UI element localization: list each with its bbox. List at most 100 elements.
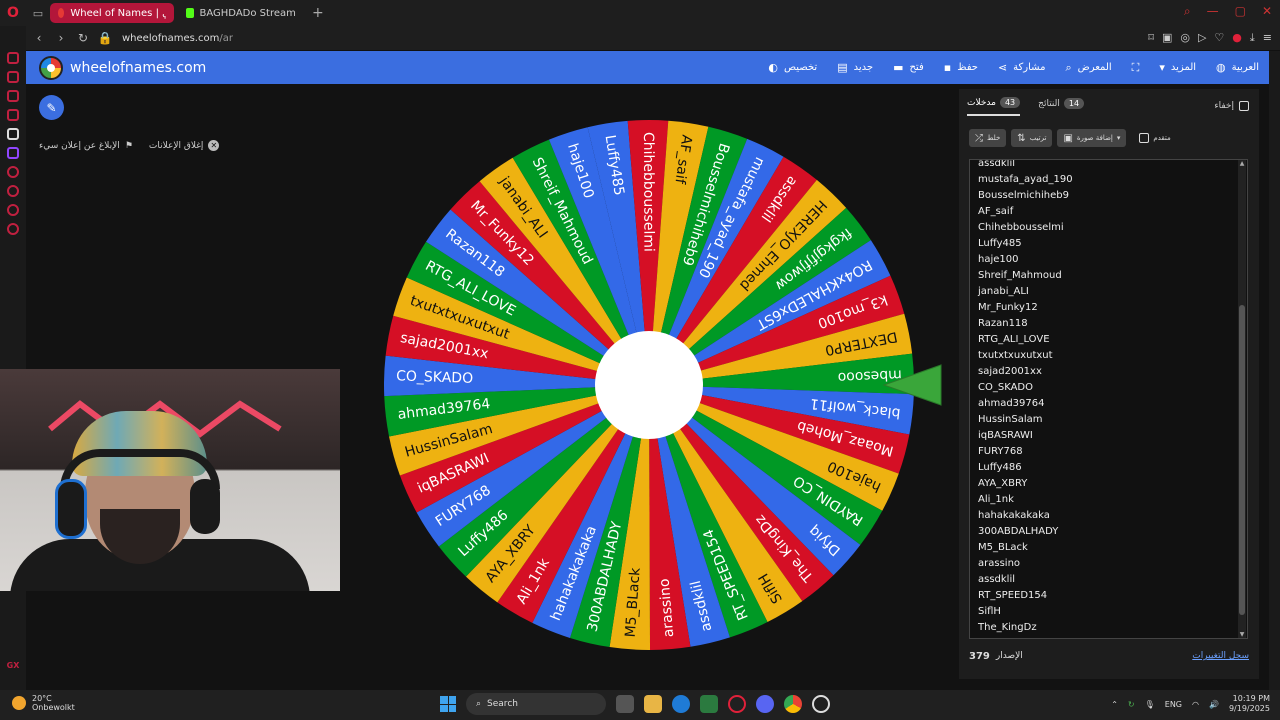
download-icon[interactable]: ⤓ (1250, 31, 1255, 45)
url-field[interactable]: wheelofnames.com/ar (122, 33, 233, 44)
profile-icon[interactable]: ● (1232, 31, 1242, 45)
wifi-icon[interactable]: ◠ (1192, 700, 1199, 709)
flag-icon: ⚑ (124, 140, 133, 151)
tab-menu-icon[interactable]: ▭ (26, 0, 50, 26)
play-icon[interactable]: ▷ (1198, 31, 1206, 45)
discord-icon[interactable] (756, 695, 774, 713)
language-indicator[interactable]: ENG (1165, 700, 1182, 709)
sidebar-app-icon[interactable] (7, 71, 19, 83)
clock[interactable]: 10:19 PM 9/19/2025 (1229, 694, 1270, 714)
page-scrollbar[interactable] (1269, 51, 1280, 690)
sidebar-app-icon[interactable] (7, 166, 19, 178)
save-button[interactable]: ▪ حفظ (944, 61, 978, 74)
sidebar-app-icon[interactable] (7, 204, 19, 216)
browser-tab-strip: O ▭ Wheel of Names | عجلة عشوائي BAGHDAD… (0, 0, 1280, 26)
open-button[interactable]: ▬ فتح (893, 61, 924, 74)
tab-entries[interactable]: مدخلات 43 (967, 97, 1021, 116)
minimize-button[interactable]: — (1207, 4, 1219, 19)
language-button[interactable]: ◍ العربية (1216, 61, 1259, 74)
address-bar: ‹ › ↻ 🔒 wheelofnames.com/ar ⌑ ▣ ◎ ▷ ♡ ● … (26, 26, 1280, 50)
vpn-icon[interactable]: ◎ (1180, 31, 1190, 45)
app-header: wheelofnames.com ◐ تخصيص ▤ جديد ▬ فتح ▪ حفظ … (26, 51, 1269, 84)
share-button[interactable]: ⋖ مشاركة (998, 61, 1046, 74)
opera-logo-icon[interactable]: O (0, 0, 26, 26)
tab-results[interactable]: النتائج 14 (1038, 97, 1085, 116)
back-icon[interactable]: ‹ (30, 31, 48, 45)
bookmark-icon[interactable]: ⌑ (1148, 31, 1154, 45)
palette-icon: ◐ (768, 61, 778, 74)
search-icon: ⌕ (1065, 60, 1072, 74)
sort-button[interactable]: ⇅ ترتيب (1011, 129, 1053, 147)
reload-icon[interactable]: ↻ (74, 31, 92, 45)
sidebar-app-icon[interactable] (7, 52, 19, 64)
entries-textarea[interactable]: assdklil mustafa_ayad_190 Bousselmichiheb9… (969, 159, 1248, 639)
entry-line: AF_saif (978, 206, 1014, 217)
add-image-button[interactable]: ▣ إضافة صورة ▾ (1057, 129, 1127, 147)
store-icon[interactable] (700, 695, 718, 713)
entry-line: ahmad39764 (978, 398, 1045, 409)
file-explorer-icon[interactable] (644, 695, 662, 713)
sidebar-app-icon[interactable] (7, 90, 19, 102)
shuffle-icon: ⤮ (975, 132, 983, 144)
wheel-logo-icon[interactable] (39, 55, 63, 80)
tab-wheel-of-names[interactable]: Wheel of Names | عجلة عشوائي (50, 3, 174, 23)
snapshot-icon[interactable]: ▣ (1162, 31, 1172, 45)
sidebar-app-icon[interactable] (7, 128, 19, 140)
heart-icon[interactable]: ♡ (1214, 31, 1224, 45)
mic-icon[interactable]: 🎙 (1145, 700, 1155, 709)
wheel[interactable]: Luffy485 Chihebbousselmi AF_saifBousselmic… (384, 119, 944, 651)
entry-line: Shreif_Mahmoud (978, 270, 1062, 281)
forward-icon[interactable]: › (52, 31, 70, 45)
brand-title[interactable]: wheelofnames.com (70, 60, 206, 76)
scroll-thumb[interactable] (1239, 305, 1245, 615)
search-icon[interactable]: ⌕ (1184, 4, 1191, 19)
chrome-icon[interactable] (784, 695, 802, 713)
task-view-icon[interactable] (616, 695, 634, 713)
report-ad-link[interactable]: الإبلاغ عن إعلان سيء ⚑ (39, 140, 133, 151)
shuffle-button[interactable]: ⤮ خلط (969, 129, 1007, 147)
webcam-overlay (0, 369, 340, 591)
close-button[interactable]: ✕ (1262, 4, 1272, 19)
advanced-checkbox[interactable]: متقدم (1139, 133, 1171, 143)
hide-checkbox[interactable]: إخفاء (1214, 101, 1249, 111)
entry-line: FURY768 (978, 446, 1023, 457)
volume-icon[interactable]: 🔊 (1209, 700, 1219, 709)
twitch-icon[interactable] (7, 147, 19, 159)
chevron-up-icon[interactable]: ⌃ (1111, 700, 1118, 709)
entries-count-badge: 43 (999, 97, 1021, 108)
sync-icon[interactable]: ↻ (1128, 700, 1135, 709)
scroll-up-icon[interactable]: ▲ (1238, 160, 1246, 167)
temperature: 20°C (32, 694, 52, 703)
gallery-button[interactable]: ⌕ المعرض (1065, 61, 1111, 75)
menu-icon[interactable]: ≡ (1263, 31, 1272, 45)
more-button[interactable]: ▾ المزيد (1159, 61, 1196, 74)
windows-start-icon[interactable] (440, 696, 456, 712)
clock-icon[interactable] (7, 185, 19, 197)
customize-button[interactable]: ◐ تخصيص (768, 61, 817, 74)
entry-line: AYA_XBRY (978, 478, 1028, 489)
sidebar-app-icon[interactable] (7, 109, 19, 121)
entries-list: assdklil mustafa_ayad_190 Bousselmichiheb9… (978, 160, 1073, 636)
maximize-button[interactable]: ▢ (1235, 4, 1246, 19)
app-icon[interactable] (812, 695, 830, 713)
changelog-link[interactable]: سجل التغييرات (1192, 651, 1249, 662)
gx-logo-icon: GX (6, 661, 20, 670)
wheel-center[interactable] (595, 331, 703, 439)
fullscreen-button[interactable]: ⛶ (1132, 61, 1140, 75)
weather-widget[interactable]: 20°C Onbewolkt (12, 694, 75, 712)
entries-scrollbar[interactable]: ▲ ▼ (1238, 160, 1246, 638)
close-ads-link[interactable]: إغلاق الإعلانات ✕ (149, 140, 220, 151)
scroll-down-icon[interactable]: ▼ (1238, 631, 1246, 638)
opera-gx-icon[interactable] (728, 695, 746, 713)
tab-kick-stream[interactable]: BAGHDADo Stream - Watc (178, 3, 306, 23)
taskbar-search[interactable]: ⌕ Search (466, 693, 606, 715)
edge-icon[interactable] (672, 695, 690, 713)
settings-icon[interactable] (7, 223, 19, 235)
version-label: الإصدار (995, 651, 1023, 661)
globe-icon: ◍ (1216, 61, 1226, 74)
new-tab-button[interactable]: + (312, 5, 324, 21)
entry-line: Razan118 (978, 318, 1028, 329)
new-button[interactable]: ▤ جديد (837, 61, 873, 74)
entry-line: assdklil (978, 574, 1016, 585)
edit-wheel-button[interactable]: ✎ (39, 95, 64, 120)
